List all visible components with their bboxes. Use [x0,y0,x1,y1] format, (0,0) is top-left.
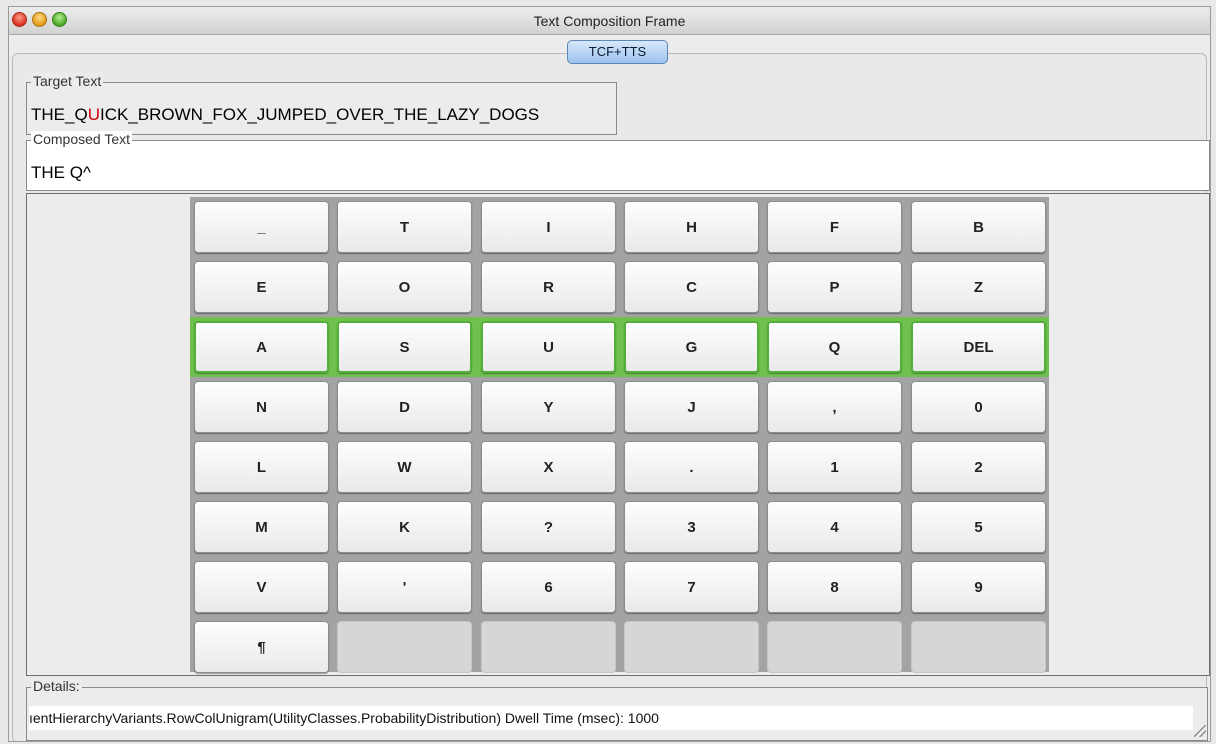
key-button[interactable]: J [624,381,759,433]
key-button[interactable]: U [481,321,616,373]
key-button[interactable]: C [624,261,759,313]
composed-text-group: Composed Text THE Q^ [26,131,1210,191]
key-button[interactable]: E [194,261,329,313]
key-button[interactable]: _ [194,201,329,253]
key-button[interactable]: 8 [767,561,902,613]
target-text-legend: Target Text [31,73,104,89]
key-button[interactable]: 2 [911,441,1046,493]
key-button[interactable]: 6 [481,561,616,613]
details-legend: Details: [31,678,82,694]
key-button[interactable]: 1 [767,441,902,493]
key-button[interactable]: , [767,381,902,433]
key-button[interactable]: O [337,261,472,313]
key-button[interactable]: ' [337,561,472,613]
application-window: Text Composition Frame TCF+TTS Target Te… [8,6,1211,742]
key-button[interactable]: ¶ [194,621,329,673]
key-button[interactable]: P [767,261,902,313]
key-button[interactable]: ? [481,501,616,553]
key-button[interactable]: I [481,201,616,253]
key-button[interactable]: K [337,501,472,553]
empty-key-slot [911,621,1046,673]
empty-key-slot [337,621,472,673]
key-button[interactable]: W [337,441,472,493]
key-button[interactable]: T [337,201,472,253]
key-button[interactable]: 7 [624,561,759,613]
key-button[interactable]: R [481,261,616,313]
key-button[interactable]: A [194,321,329,373]
key-button[interactable]: 0 [911,381,1046,433]
empty-key-slot [767,621,902,673]
target-text-before: THE_Q [31,105,88,124]
composed-text-field[interactable]: THE Q^ [31,163,91,183]
key-button[interactable]: 9 [911,561,1046,613]
target-text-current-char: U [87,105,100,124]
empty-key-slot [624,621,759,673]
composed-text-legend: Composed Text [31,131,133,147]
details-field: ıentHierarchyVariants.RowColUnigram(Util… [29,706,1193,730]
key-button[interactable]: DEL [911,321,1046,373]
details-group: Details: ıentHierarchyVariants.RowColUni… [26,678,1208,741]
key-button[interactable]: L [194,441,329,493]
key-grid: _ T I H F B E O R C P Z A S U G Q DEL N D Y J, 0 L W X. 1 2 M K? 3 4 5 V '… [190,197,1049,673]
key-button[interactable]: B [911,201,1046,253]
key-button[interactable]: X [481,441,616,493]
key-button[interactable]: Q [767,321,902,373]
target-text-value: THE_QUICK_BROWN_FOX_JUMPED_OVER_THE_LAZY… [31,105,539,125]
keyboard-frame: _ T I H F B E O R C P Z A S U G Q DEL N D Y J, 0 L W X. 1 2 M K? 3 4 5 V '… [26,193,1210,676]
window-title: Text Composition Frame [533,13,686,29]
key-button[interactable]: 3 [624,501,759,553]
key-button[interactable]: Z [911,261,1046,313]
target-text-after: ICK_BROWN_FOX_JUMPED_OVER_THE_LAZY_DOGS [99,105,540,124]
resize-grip-icon[interactable] [1194,725,1206,737]
tab-tcf-tts[interactable]: TCF+TTS [567,40,668,64]
target-text-group: Target Text THE_QUICK_BROWN_FOX_JUMPED_O… [26,73,617,135]
title-bar[interactable]: Text Composition Frame [9,7,1210,35]
key-button[interactable]: Y [481,381,616,433]
key-button[interactable]: . [624,441,759,493]
key-button[interactable]: V [194,561,329,613]
key-button[interactable]: F [767,201,902,253]
key-button[interactable]: 5 [911,501,1046,553]
key-button[interactable]: H [624,201,759,253]
key-button[interactable]: N [194,381,329,433]
empty-key-slot [481,621,616,673]
key-button[interactable]: S [337,321,472,373]
key-button[interactable]: M [194,501,329,553]
key-button[interactable]: G [624,321,759,373]
key-button[interactable]: D [337,381,472,433]
key-button[interactable]: 4 [767,501,902,553]
